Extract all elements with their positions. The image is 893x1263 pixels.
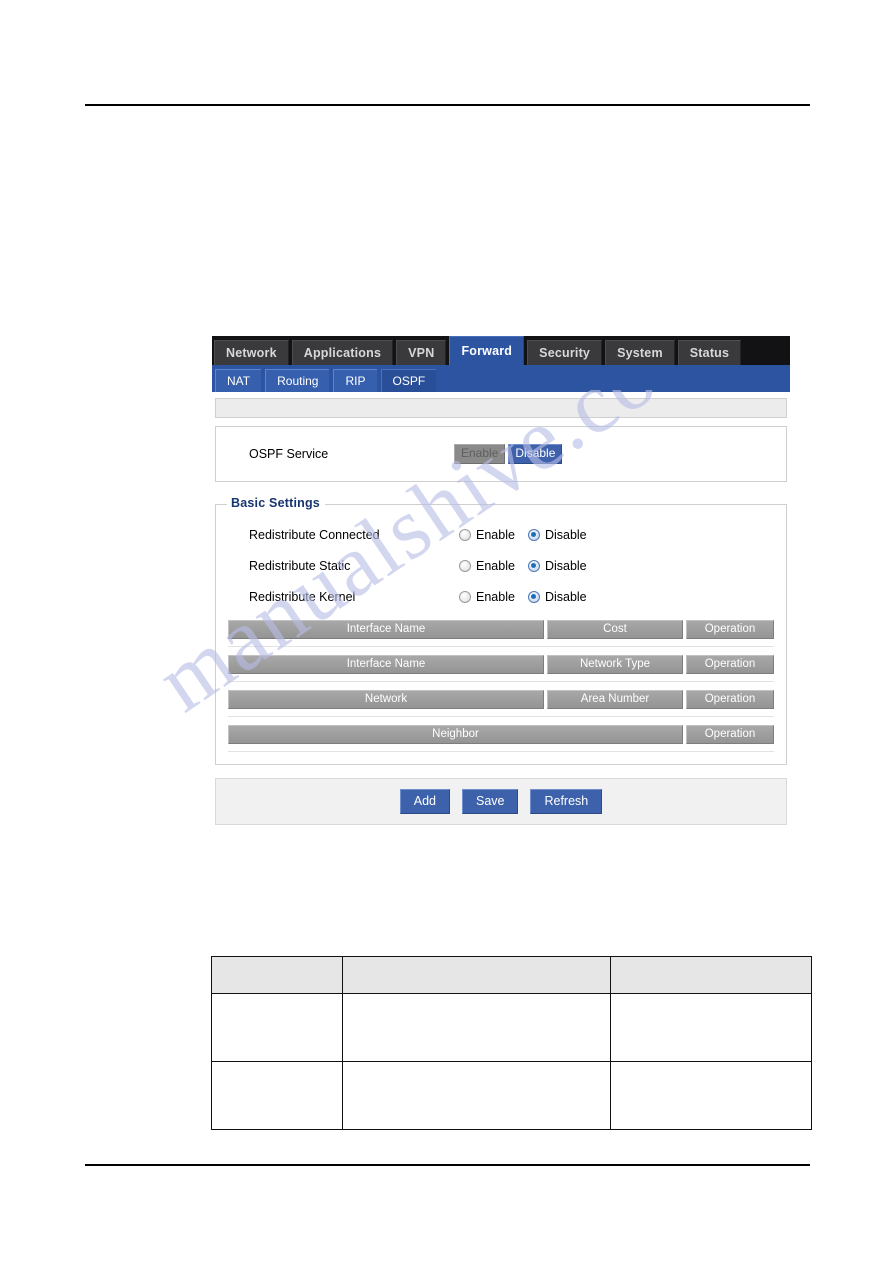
ospf-service-panel: OSPF Service Enable Disable [215, 426, 787, 482]
subtab-nat[interactable]: NAT [215, 369, 262, 392]
ospf-service-row: OSPF Service Enable Disable [216, 427, 786, 481]
table-cell [342, 1061, 611, 1130]
tab-vpn[interactable]: VPN [396, 340, 447, 365]
redistribute-connected-label: Redistribute Connected [249, 527, 380, 542]
radio-unselected-icon [459, 590, 471, 603]
sub-tab-bar: NAT Routing RIP OSPF [212, 365, 790, 392]
action-button-bar: Add Save Refresh [215, 778, 787, 825]
table-cell [211, 1061, 343, 1130]
redistribute-kernel-disable-option[interactable]: Disable [527, 589, 587, 604]
table-cell [610, 1061, 812, 1130]
main-tab-bar: Network Applications VPN Forward Securit… [212, 336, 790, 365]
tab-status[interactable]: Status [677, 340, 742, 365]
table-row [211, 1061, 812, 1130]
tab-network[interactable]: Network [214, 340, 289, 365]
page-footer-rule [85, 1164, 810, 1166]
basic-settings-fieldset: Basic Settings Redistribute Connected En… [215, 496, 787, 765]
table-header-cell [211, 956, 343, 994]
table-header-cell [610, 956, 812, 994]
basic-settings-legend: Basic Settings [227, 496, 325, 510]
redistribute-connected-row: Redistribute Connected Enable Disable [216, 519, 786, 550]
radio-selected-icon [527, 528, 540, 541]
description-table [211, 956, 812, 1130]
subtab-ospf[interactable]: OSPF [380, 369, 437, 392]
radio-label-text: Enable [476, 589, 515, 604]
redistribute-connected-disable-option[interactable]: Disable [527, 527, 587, 542]
redistribute-static-disable-option[interactable]: Disable [527, 558, 587, 573]
tab-applications[interactable]: Applications [291, 340, 394, 365]
redistribute-kernel-label: Redistribute Kernel [249, 589, 356, 604]
tab-forward[interactable]: Forward [449, 336, 525, 365]
radio-selected-icon [527, 559, 540, 572]
redistribute-static-label: Redistribute Static [249, 558, 351, 573]
column-header-network[interactable]: Network [228, 690, 544, 709]
table-cell [342, 993, 611, 1062]
router-ui-screenshot: Network Applications VPN Forward Securit… [212, 336, 790, 825]
tab-security[interactable]: Security [527, 340, 603, 365]
table-row [211, 993, 812, 1062]
radio-label-text: Disable [544, 527, 587, 542]
page-header-rule [85, 104, 810, 106]
save-button[interactable]: Save [461, 789, 519, 814]
ospf-service-enable-button[interactable]: Enable [454, 444, 506, 464]
radio-unselected-icon [459, 528, 471, 541]
radio-label-text: Disable [544, 558, 587, 573]
table-cell [211, 993, 343, 1062]
column-header-operation[interactable]: Operation [686, 690, 774, 709]
redistribute-kernel-enable-option[interactable]: Enable [459, 590, 515, 604]
table-header-cell [342, 956, 611, 994]
column-header-operation[interactable]: Operation [686, 620, 774, 639]
subtab-routing[interactable]: Routing [265, 369, 330, 392]
redistribute-static-row: Redistribute Static Enable Disable [216, 550, 786, 581]
ospf-service-disable-button[interactable]: Disable [508, 444, 563, 464]
refresh-button[interactable]: Refresh [530, 789, 603, 814]
ui-content-body: OSPF Service Enable Disable Basic Settin… [212, 398, 790, 825]
radio-selected-icon [527, 590, 540, 603]
radio-label-text: Disable [544, 589, 587, 604]
subtab-rip[interactable]: RIP [333, 369, 377, 392]
tab-system[interactable]: System [605, 340, 675, 365]
column-header-cost[interactable]: Cost [547, 620, 683, 639]
column-header-network-type[interactable]: Network Type [547, 655, 683, 674]
column-header-neighbor[interactable]: Neighbor [228, 725, 683, 744]
column-header-interface-name[interactable]: Interface Name [228, 620, 544, 639]
content-title-strip [215, 398, 787, 418]
neighbor-table-header: Neighbor Operation [228, 725, 774, 752]
column-header-area-number[interactable]: Area Number [547, 690, 683, 709]
redistribute-connected-enable-option[interactable]: Enable [459, 528, 515, 542]
column-header-operation[interactable]: Operation [686, 725, 774, 744]
redistribute-static-enable-option[interactable]: Enable [459, 559, 515, 573]
ospf-service-label: OSPF Service [249, 447, 329, 461]
radio-label-text: Enable [476, 558, 515, 573]
add-button[interactable]: Add [399, 789, 450, 814]
table-header-row [211, 956, 812, 994]
ospf-service-toggle-group: Enable Disable [454, 444, 563, 464]
network-area-table-header: Network Area Number Operation [228, 690, 774, 717]
column-header-operation[interactable]: Operation [686, 655, 774, 674]
column-header-interface-name[interactable]: Interface Name [228, 655, 544, 674]
interface-cost-table-header: Interface Name Cost Operation [228, 620, 774, 647]
interface-networktype-table-header: Interface Name Network Type Operation [228, 655, 774, 682]
redistribute-kernel-row: Redistribute Kernel Enable Disable [216, 581, 786, 612]
radio-unselected-icon [459, 559, 471, 572]
radio-label-text: Enable [476, 527, 515, 542]
table-cell [610, 993, 812, 1062]
